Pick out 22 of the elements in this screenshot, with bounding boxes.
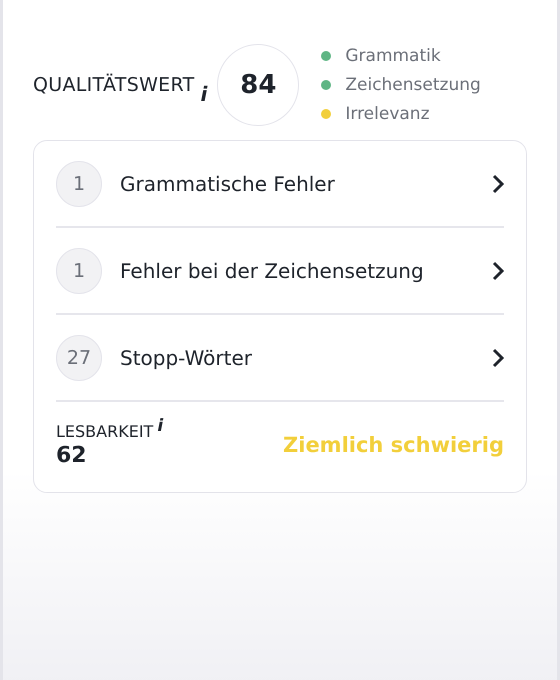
issue-label: Stopp-Wörter (120, 346, 254, 370)
readability-score: 62 (56, 443, 88, 468)
chevron-right-icon (492, 174, 504, 194)
issue-row[interactable]: 1 Grammatische Fehler (56, 141, 504, 228)
issue-count: 1 (56, 248, 102, 294)
readability-rating: Ziemlich schwierig (283, 433, 504, 457)
legend-label: Zeichensetzung (345, 75, 481, 95)
issue-label: Fehler bei der Zeichensetzung (120, 258, 425, 282)
issue-label: Grammatische Fehler (120, 172, 336, 196)
issue-row[interactable]: 1 Fehler bei der Zeichensetzung (56, 228, 504, 315)
chevron-right-icon (492, 348, 504, 368)
issue-count: 1 (56, 160, 102, 206)
issue-row[interactable]: 27 Stopp-Wörter (56, 315, 504, 402)
quality-title: QUALITÄTSWERT (33, 74, 194, 96)
legend-label: Grammatik (345, 46, 441, 66)
info-icon[interactable]: i (157, 416, 164, 436)
issue-count: 27 (56, 334, 102, 380)
legend-label: Irrelevanz (345, 104, 430, 124)
readability-title: LESBARKEIT (56, 422, 154, 441)
quality-score: 84 (217, 44, 300, 126)
info-icon[interactable]: i (200, 82, 208, 106)
chevron-right-icon (492, 260, 504, 280)
